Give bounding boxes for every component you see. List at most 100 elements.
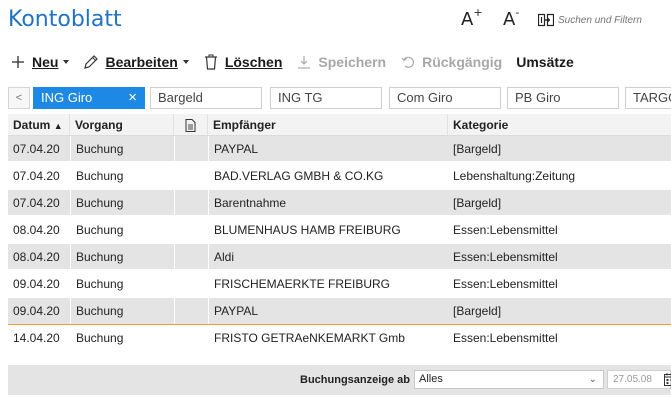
cell-date: 09.04.20 bbox=[13, 304, 60, 318]
display-range-value: Alles bbox=[419, 373, 443, 385]
table-header: Datum ▲ Vorgang Empfänger Kategorie bbox=[8, 114, 671, 136]
cell-recipient: PAYPAL bbox=[208, 298, 448, 324]
pencil-icon bbox=[83, 54, 99, 70]
transactions-table: Datum ▲ Vorgang Empfänger Kategorie 07.0… bbox=[8, 114, 671, 352]
cell-document bbox=[174, 190, 208, 215]
undo-icon bbox=[400, 54, 416, 70]
sort-ascending-icon: ▲ bbox=[53, 121, 63, 131]
sales-label: Umsätze bbox=[516, 54, 574, 70]
delete-label: Löschen bbox=[224, 54, 283, 70]
cell-category: Essen:Lebensmittel bbox=[453, 223, 558, 237]
cell-category: Essen:Lebensmittel bbox=[453, 250, 558, 264]
sales-button[interactable]: Umsätze bbox=[516, 54, 574, 70]
table-row[interactable]: 07.04.20 Buchung BAD.VERLAG GMBH & CO.KG Le… bbox=[8, 163, 671, 190]
new-dropdown-icon bbox=[63, 60, 70, 64]
cell-date: 07.04.20 bbox=[13, 169, 60, 183]
search-box[interactable] bbox=[538, 10, 671, 30]
tab-label: ING TG bbox=[278, 90, 323, 105]
cell-date: 07.04.20 bbox=[13, 142, 60, 156]
cell-date: 09.04.20 bbox=[13, 277, 60, 291]
download-icon bbox=[296, 54, 312, 70]
table-row[interactable]: 08.04.20 Buchung Aldi Essen:Lebensmittel bbox=[8, 244, 671, 271]
cell-recipient: Aldi bbox=[208, 244, 448, 269]
edit-button[interactable]: Bearbeiten bbox=[83, 54, 189, 70]
table-body: 07.04.20 Buchung PAYPAL [Bargeld] 07.04.20 Bu… bbox=[8, 136, 671, 352]
cell-type: Buchung bbox=[70, 217, 174, 242]
table-row[interactable]: 08.04.20 Buchung BLUMENHAUS HAMB FREIBURG E… bbox=[8, 217, 671, 244]
cell-document bbox=[174, 136, 208, 161]
cell-document bbox=[174, 325, 208, 350]
tab-label: Bargeld bbox=[158, 90, 203, 105]
account-tabs: < ING Giro × Bargeld ING TG Com Giro PB … bbox=[0, 86, 671, 110]
column-header-date-label: Datum bbox=[13, 118, 51, 132]
search-input[interactable] bbox=[558, 14, 668, 26]
undo-label: Rückgängig bbox=[422, 54, 503, 70]
display-range-select[interactable]: Alles ⌄ bbox=[414, 370, 604, 389]
cell-date: 07.04.20 bbox=[13, 196, 60, 210]
tab-scroll-left-button[interactable]: < bbox=[8, 87, 30, 109]
tab-label: ING Giro bbox=[41, 90, 93, 105]
cell-date: 08.04.20 bbox=[13, 250, 60, 264]
cell-recipient: BLUMENHAUS HAMB FREIBURG bbox=[208, 217, 448, 242]
cell-document bbox=[174, 217, 208, 242]
edit-dropdown-icon bbox=[182, 60, 189, 64]
font-increase-sup: + bbox=[473, 6, 483, 19]
cell-recipient: FRISTO GETRAeNKEMARKT Gmb bbox=[208, 325, 448, 350]
font-increase-button[interactable]: A+ bbox=[461, 6, 483, 30]
cell-type: Buchung bbox=[70, 244, 174, 269]
column-header-recipient[interactable]: Empfänger bbox=[208, 114, 448, 135]
column-header-document[interactable] bbox=[174, 114, 208, 135]
table-row[interactable]: 09.04.20 Buchung PAYPAL [Bargeld] bbox=[8, 298, 671, 325]
cell-type: Buchung bbox=[70, 136, 174, 161]
cell-document bbox=[174, 244, 208, 269]
cell-document bbox=[174, 163, 208, 188]
header: Kontoblatt A+ A- bbox=[0, 0, 671, 40]
plus-icon bbox=[10, 54, 26, 70]
new-button[interactable]: Neu bbox=[10, 54, 70, 70]
column-header-type[interactable]: Vorgang bbox=[70, 114, 174, 135]
tab-label: Com Giro bbox=[397, 90, 453, 105]
table-row[interactable]: 07.04.20 Buchung PAYPAL [Bargeld] bbox=[8, 136, 671, 163]
tab-targo[interactable]: TARGO bbox=[625, 87, 671, 109]
table-row[interactable]: 09.04.20 Buchung FRISCHEMAERKTE FREIBURG Es… bbox=[8, 271, 671, 298]
calendar-icon[interactable] bbox=[664, 372, 671, 386]
save-label: Speichern bbox=[318, 54, 387, 70]
cell-recipient: Barentnahme bbox=[208, 190, 448, 215]
date-field[interactable]: 27.05.08 bbox=[607, 370, 671, 389]
tab-ing-giro[interactable]: ING Giro × bbox=[33, 87, 145, 109]
page-title: Kontoblatt bbox=[8, 7, 122, 32]
tab-label: PB Giro bbox=[515, 90, 561, 105]
cell-category: [Bargeld] bbox=[453, 196, 502, 210]
undo-button[interactable]: Rückgängig bbox=[400, 54, 502, 70]
trash-icon bbox=[203, 54, 219, 70]
cell-type: Buchung bbox=[70, 190, 174, 215]
cell-category: [Bargeld] bbox=[453, 142, 502, 156]
close-icon[interactable]: × bbox=[128, 88, 137, 108]
tab-ing-tg[interactable]: ING TG bbox=[270, 87, 382, 109]
cell-type: Buchung bbox=[70, 271, 174, 296]
edit-label: Bearbeiten bbox=[105, 54, 178, 70]
cell-category: Lebenshaltung:Zeitung bbox=[453, 169, 576, 183]
filter-search-icon bbox=[538, 13, 554, 27]
column-header-date[interactable]: Datum ▲ bbox=[8, 114, 70, 135]
cell-recipient: BAD.VERLAG GMBH & CO.KG bbox=[208, 163, 448, 188]
save-button[interactable]: Speichern bbox=[296, 54, 386, 70]
cell-date: 14.04.20 bbox=[13, 331, 60, 345]
cell-recipient: FRISCHEMAERKTE FREIBURG bbox=[208, 271, 448, 296]
cell-type: Buchung bbox=[70, 298, 174, 324]
tab-bargeld[interactable]: Bargeld bbox=[150, 87, 262, 109]
column-header-category[interactable]: Kategorie bbox=[448, 114, 671, 135]
cell-category: [Bargeld] bbox=[453, 304, 502, 318]
cell-category: Essen:Lebensmittel bbox=[453, 331, 558, 345]
delete-button[interactable]: Löschen bbox=[203, 54, 283, 70]
font-decrease-button[interactable]: A- bbox=[503, 6, 520, 30]
cell-recipient: PAYPAL bbox=[208, 136, 448, 161]
chevron-down-icon: ⌄ bbox=[588, 374, 597, 385]
tab-com-giro[interactable]: Com Giro bbox=[389, 87, 501, 109]
table-row[interactable]: 14.04.20 Buchung FRISTO GETRAeNKEMARKT Gmb… bbox=[8, 325, 671, 352]
new-label: Neu bbox=[32, 54, 59, 70]
tab-pb-giro[interactable]: PB Giro bbox=[507, 87, 619, 109]
font-increase-letter: A bbox=[461, 9, 474, 30]
font-decrease-sup: - bbox=[515, 6, 520, 19]
table-row[interactable]: 07.04.20 Buchung Barentnahme [Bargeld] bbox=[8, 190, 671, 217]
